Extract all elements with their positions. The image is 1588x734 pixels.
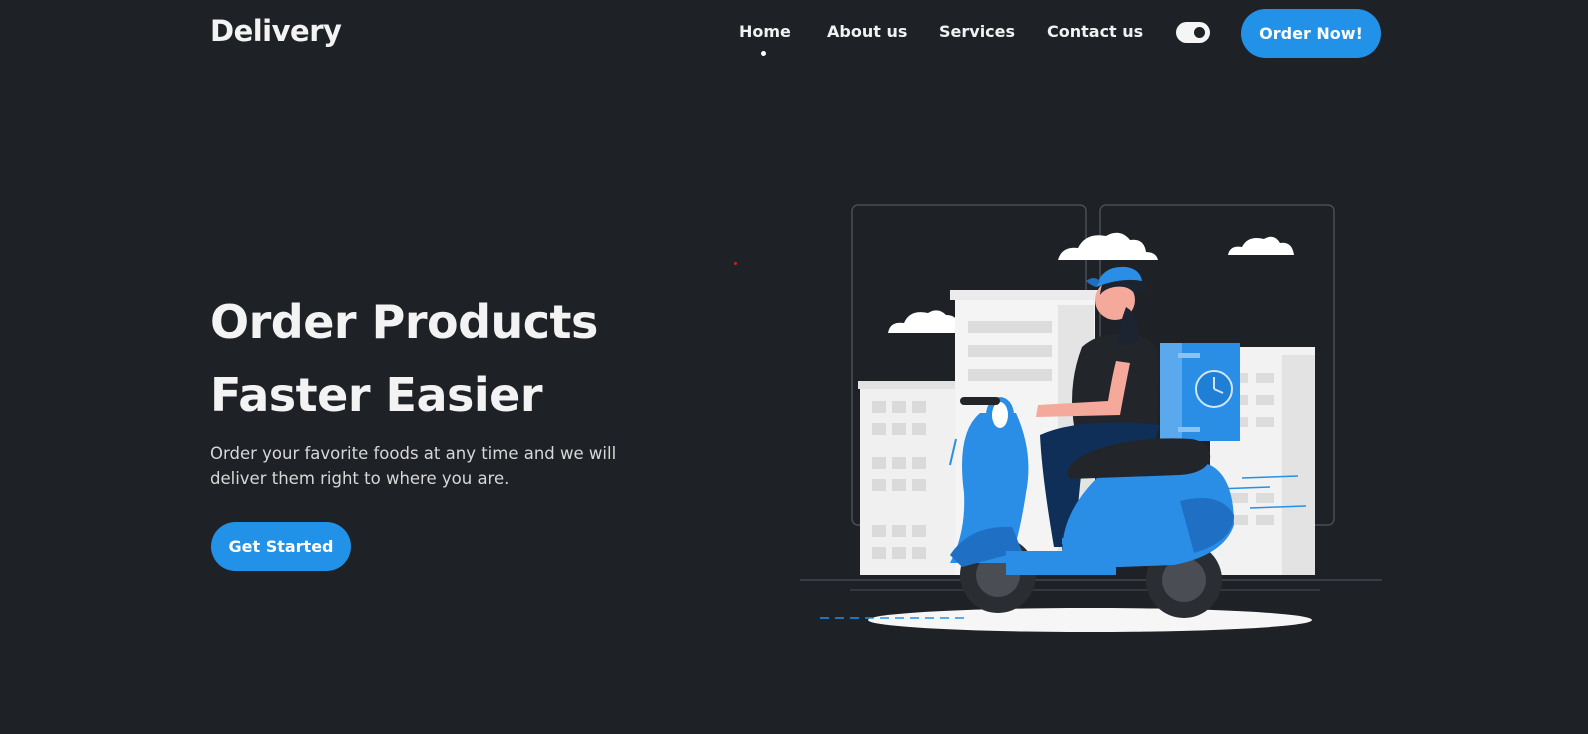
theme-toggle[interactable]: [1176, 22, 1210, 43]
hero-description: Order your favorite foods at any time an…: [210, 444, 617, 488]
nav-link-about[interactable]: About us: [827, 22, 907, 41]
decorative-dot: [734, 262, 737, 265]
nav-link-contact[interactable]: Contact us: [1047, 22, 1143, 41]
toggle-knob: [1194, 27, 1205, 38]
nav-link-services[interactable]: Services: [939, 22, 1015, 41]
hero-title-line-1: Order Products: [210, 295, 598, 349]
hero-title: Order Products Faster Easier: [210, 286, 730, 432]
site-header: Delivery Home About us Services Contact …: [0, 0, 1588, 66]
active-nav-indicator: [761, 51, 766, 56]
ground-shadow: [868, 608, 1312, 632]
order-now-button[interactable]: Order Now!: [1241, 9, 1381, 58]
delivery-scooter-illustration: [800, 204, 1382, 632]
get-started-button[interactable]: Get Started: [211, 522, 351, 571]
nav-link-home[interactable]: Home: [739, 22, 791, 41]
hero-title-line-2: Faster Easier: [210, 368, 543, 422]
